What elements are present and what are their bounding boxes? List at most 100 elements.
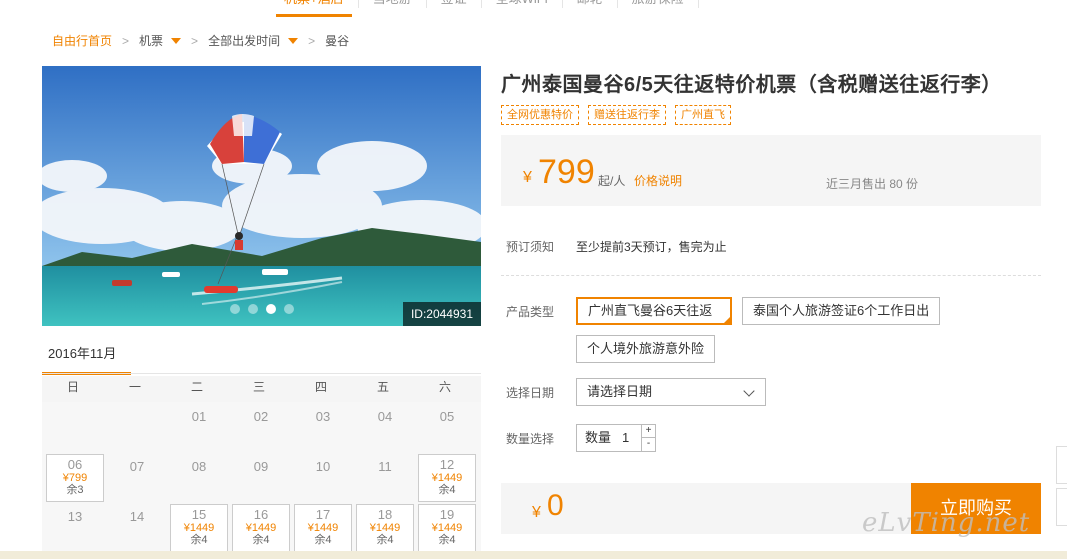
total-amount: 0 <box>547 489 564 522</box>
calendar-month-tab[interactable]: 2016年11月 <box>42 340 131 375</box>
quantity-plus-button[interactable]: + <box>641 425 655 438</box>
calendar-day-available[interactable]: 17 ¥1449 余4 <box>294 504 352 552</box>
calendar-day: 01 <box>170 402 228 450</box>
day-number: 04 <box>377 409 393 424</box>
day-number: 17 <box>315 507 331 522</box>
date-select-label: 选择日期 <box>506 386 555 400</box>
calendar-day-available[interactable]: 16 ¥1449 余4 <box>232 504 290 552</box>
day-price: ¥1449 <box>369 522 401 534</box>
product-type-option[interactable]: 泰国个人旅游签证6个工作日出 <box>742 297 941 325</box>
day-price: ¥1449 <box>431 472 463 484</box>
breadcrumb-category-dropdown[interactable]: 机票 <box>139 32 182 49</box>
breadcrumb: 自由行首页 > 机票 > 全部出发时间 > 曼谷 <box>52 32 349 49</box>
calendar-day: 09 <box>232 452 290 500</box>
calendar-day-available[interactable]: 18 ¥1449 余4 <box>356 504 414 552</box>
day-price: ¥1449 <box>431 522 463 534</box>
day-number: 03 <box>315 409 331 424</box>
breadcrumb-time-dropdown[interactable]: 全部出发时间 <box>208 32 299 49</box>
price-explanation-link[interactable]: 价格说明 <box>634 172 682 189</box>
weekday-label: 一 <box>128 380 141 394</box>
quantity-minus-button[interactable]: - <box>641 438 655 451</box>
image-id-label: ID:2044931 <box>402 302 481 326</box>
nav-item-cruise[interactable]: 邮轮 <box>563 0 618 8</box>
booking-notice-label: 预订须知 <box>506 240 555 254</box>
nav-item-wifi[interactable]: 全球WiFi <box>482 0 563 8</box>
total-currency-symbol: ¥ <box>532 504 541 521</box>
day-remaining: 余4 <box>438 484 456 496</box>
date-select[interactable]: 请选择日期 <box>576 378 766 406</box>
breadcrumb-category-label: 机票 <box>139 34 164 48</box>
nav-item-flight-hotel[interactable]: 机票+酒店 <box>270 0 359 17</box>
breadcrumb-separator: > <box>122 33 130 48</box>
product-type-option[interactable]: 个人境外旅游意外险 <box>576 335 716 363</box>
quantity-value[interactable]: 1 <box>622 425 629 451</box>
quantity-label: 数量选择 <box>506 432 555 446</box>
day-number: 11 <box>378 459 392 474</box>
carousel-dot-active[interactable] <box>266 304 276 314</box>
day-price: ¥1449 <box>245 522 277 534</box>
parasailing-photo <box>42 66 481 326</box>
day-number: 06 <box>67 457 83 472</box>
top-nav: 机票+酒店 当地游 签证 全球WiFi 邮轮 旅游保险 <box>270 0 699 17</box>
chevron-down-icon <box>743 385 755 397</box>
day-price: ¥799 <box>62 472 88 484</box>
day-price: ¥1449 <box>183 522 215 534</box>
side-float-tab[interactable] <box>1056 446 1067 484</box>
day-number: 09 <box>253 459 269 474</box>
calendar-day: 10 <box>294 452 352 500</box>
calendar-day-available[interactable]: 19 ¥1449 余4 <box>418 504 476 552</box>
weekday-label: 五 <box>376 380 389 394</box>
day-number: 05 <box>439 409 455 424</box>
breadcrumb-destination: 曼谷 <box>325 34 350 48</box>
price-amount: 799 <box>538 153 595 191</box>
day-number: 14 <box>129 509 145 524</box>
product-tags: 全网优惠特价 赠送往返行李 广州直飞 <box>501 105 731 125</box>
carousel-dot[interactable] <box>230 304 240 314</box>
product-title: 广州泰国曼谷6/5天往返特价机票（含税赠送往返行李） <box>501 74 1002 96</box>
day-number: 10 <box>315 459 331 474</box>
product-tag: 赠送往返行李 <box>588 105 666 125</box>
day-number: 01 <box>191 409 207 424</box>
side-float-tab[interactable] <box>1056 488 1067 526</box>
breadcrumb-home-link[interactable]: 自由行首页 <box>52 32 112 49</box>
weekday-label: 日 <box>66 380 79 394</box>
day-number: 15 <box>191 507 207 522</box>
day-number: 12 <box>439 457 455 472</box>
day-price: ¥1449 <box>307 522 339 534</box>
weekday-label: 六 <box>438 380 451 394</box>
day-remaining: 余4 <box>376 534 394 546</box>
breadcrumb-separator: > <box>308 33 316 48</box>
carousel-dot[interactable] <box>284 304 294 314</box>
product-type-option-selected[interactable]: 广州直飞曼谷6天往返 <box>576 297 732 325</box>
carousel-dot[interactable] <box>248 304 258 314</box>
calendar-day: 05 <box>418 402 476 450</box>
calendar-day: 14 <box>108 502 166 550</box>
day-remaining: 余3 <box>66 484 84 496</box>
calendar-day: 02 <box>232 402 290 450</box>
watermark: eLvTing.net <box>862 508 1031 538</box>
calendar-day: 03 <box>294 402 352 450</box>
day-number: 16 <box>253 507 269 522</box>
product-type-label: 产品类型 <box>506 305 555 319</box>
product-tag: 全网优惠特价 <box>501 105 579 125</box>
nav-item-visa[interactable]: 签证 <box>427 0 482 8</box>
quantity-stepper[interactable]: 数量 1 + - <box>576 424 656 452</box>
calendar-day-available[interactable]: 06 ¥799 余3 <box>46 454 104 502</box>
calendar-day-available[interactable]: 15 ¥1449 余4 <box>170 504 228 552</box>
caret-down-icon <box>171 37 182 44</box>
weekday-label: 三 <box>252 380 265 394</box>
calendar-grid: 01 02 03 04 05 06 ¥799 余3 07 08 09 10 11 1… <box>42 402 481 559</box>
day-remaining: 余4 <box>190 534 208 546</box>
bottom-strip <box>0 551 1067 559</box>
date-select-value: 请选择日期 <box>587 384 653 399</box>
product-tag: 广州直飞 <box>675 105 731 125</box>
day-number: 08 <box>191 459 207 474</box>
nav-item-insurance[interactable]: 旅游保险 <box>618 0 699 8</box>
calendar-day: 07 <box>108 452 166 500</box>
calendar-day-available[interactable]: 12 ¥1449 余4 <box>418 454 476 502</box>
quantity-text: 数量 <box>585 430 612 445</box>
weekday-label: 二 <box>190 380 203 394</box>
hero-image[interactable]: ID:2044931 <box>42 66 481 326</box>
nav-item-local-tours[interactable]: 当地游 <box>359 0 427 8</box>
day-remaining: 余4 <box>438 534 456 546</box>
